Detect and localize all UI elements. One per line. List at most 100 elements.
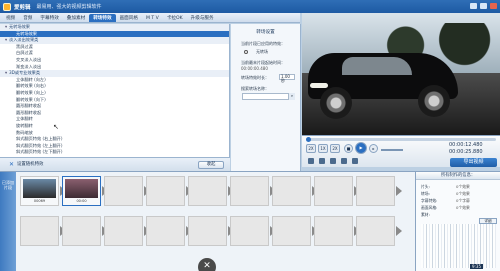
expand-icon[interactable]: ▾: [5, 24, 8, 31]
transition-arrow-icon[interactable]: [396, 226, 402, 236]
clip-caption: 00:00: [76, 199, 87, 203]
stop-button[interactable]: ■: [344, 144, 353, 153]
maximize-button[interactable]: [480, 3, 487, 9]
effect-label: 翻转效果 (向上): [16, 89, 46, 95]
empty-clip-slot[interactable]: [104, 216, 143, 246]
empty-clip-slot[interactable]: [314, 176, 353, 206]
speed-1x-button[interactable]: 1X: [318, 144, 328, 153]
empty-clip-slot[interactable]: [62, 216, 101, 246]
timeline: 已添加片段 ✕ 00069 00:00: [0, 171, 415, 271]
tab-transition-effects[interactable]: 转场特效: [89, 14, 116, 22]
video-preview[interactable]: [302, 13, 500, 135]
transition-arrow-icon[interactable]: [396, 186, 402, 196]
effect-item[interactable]: 斜式翻页特效 (右上翻开): [0, 136, 229, 143]
props-key: 字幕特效:: [421, 198, 438, 203]
empty-clip-slot[interactable]: [104, 176, 143, 206]
effect-label: 淡入淡出效果类: [9, 37, 39, 43]
shuffle-icon: ✕: [9, 161, 15, 168]
empty-clip-slot[interactable]: [356, 216, 395, 246]
effect-label: 3D或专业效果类: [9, 70, 41, 76]
empty-clip-slot[interactable]: [230, 216, 269, 246]
empty-clip-slot[interactable]: [272, 216, 311, 246]
effect-label: 翻转效果 (向下): [16, 96, 46, 102]
volume-icon[interactable]: [352, 158, 358, 164]
system-clock: 9:35: [470, 264, 483, 269]
collapse-button[interactable]: 收起: [198, 161, 224, 169]
tab-subtitle-effects[interactable]: 字幕特效: [36, 14, 62, 22]
expand-icon[interactable]: ▾: [5, 70, 8, 77]
close-button[interactable]: [490, 3, 497, 9]
app-name: 爱剪辑: [14, 4, 31, 11]
timeline-side-label: 已添加片段: [2, 180, 14, 190]
name-search-input[interactable]: [242, 93, 294, 100]
empty-clip-slot[interactable]: [188, 176, 227, 206]
tab-overlay[interactable]: 叠加素材: [63, 14, 89, 22]
minimize-button[interactable]: [470, 3, 477, 9]
next-frame-button[interactable]: ▸: [369, 144, 378, 153]
tab-mtv[interactable]: M T V: [142, 15, 163, 22]
random-effect-button[interactable]: ✕ 设置随机特效: [7, 161, 47, 169]
video-wheel-rear: [418, 85, 450, 117]
app-slogan: 最易用、强大的视频剪辑软件: [36, 4, 102, 10]
effect-item[interactable]: 翻转效果 (向右): [0, 83, 229, 90]
current-effect-radio[interactable]: [244, 50, 248, 54]
fullscreen-icon[interactable]: [319, 158, 325, 164]
expand-icon[interactable]: ▾: [5, 37, 8, 44]
export-video-button[interactable]: 导出视频: [450, 158, 497, 167]
seek-thumb[interactable]: [306, 137, 311, 142]
effect-item[interactable]: 立体翻转: [0, 116, 229, 123]
effect-item[interactable]: 斜式翻页特效 (左下翻开): [0, 149, 229, 156]
effect-category[interactable]: ▾ 3D或专业效果类: [0, 70, 229, 77]
tab-karaoke[interactable]: 卡拉OK: [163, 14, 187, 22]
effect-label: 立体翻转: [16, 116, 33, 122]
delete-clip-icon[interactable]: ✕: [198, 258, 216, 271]
time-total: 00:00:25.880: [449, 149, 483, 155]
effect-category[interactable]: ▾ 无转场效果: [0, 24, 229, 31]
mouse-cursor-icon: ↖: [53, 123, 59, 131]
tab-audio[interactable]: 音频: [19, 14, 36, 22]
duration-stepper[interactable]: 1.00 秒: [279, 74, 295, 83]
current-effect-value: 无转场: [256, 49, 268, 54]
empty-clip-slot[interactable]: [20, 216, 59, 246]
clip-thumbnail: [65, 179, 98, 198]
effect-item[interactable]: 白屏过渡: [0, 50, 229, 57]
timeline-clip[interactable]: 00069: [20, 176, 59, 206]
effect-item[interactable]: 翻转效果 (向上): [0, 90, 229, 97]
empty-clip-slot[interactable]: [230, 176, 269, 206]
duration-label: 转场特效时长：: [241, 75, 269, 80]
clip-thumbnail: [23, 179, 56, 198]
effect-label: 立体翻转 (向左): [16, 76, 46, 82]
empty-clip-slot[interactable]: [314, 216, 353, 246]
effect-category[interactable]: ▾ 淡入淡出效果类: [0, 37, 229, 44]
empty-clip-slot[interactable]: [272, 176, 311, 206]
effect-list: ▾ 无转场效果 无转场效果 ▾ 淡入淡出效果类 黑屏过渡 白屏过渡 交叉淡入淡出 渐变淡入淡出 ▾…: [0, 24, 230, 157]
snapshot-icon[interactable]: [308, 158, 314, 164]
search-icon[interactable]: ⌕: [288, 93, 295, 100]
timeline-clip[interactable]: 00:00: [62, 176, 101, 206]
tab-picture-style[interactable]: 画面风格: [116, 14, 142, 22]
effect-label: 无转场效果: [16, 30, 37, 36]
effect-label: 翻转效果 (向右): [16, 83, 46, 89]
tab-video[interactable]: 视频: [2, 14, 19, 22]
speed-2x-alt-button[interactable]: 2X: [330, 144, 340, 153]
effect-item[interactable]: 圆形翻转收起: [0, 103, 229, 110]
empty-clip-slot[interactable]: [146, 176, 185, 206]
empty-clip-slot[interactable]: [356, 176, 395, 206]
play-button[interactable]: ▶: [355, 142, 367, 154]
effect-panel-buttons: ✕ 设置随机特效 收起: [0, 157, 230, 171]
effect-item[interactable]: 旋转翻转: [0, 123, 229, 130]
effect-item[interactable]: 圆形翻转收起: [0, 110, 229, 117]
seek-bar[interactable]: [306, 137, 496, 142]
empty-clip-slot[interactable]: [188, 216, 227, 246]
effect-item[interactable]: 黑屏过渡: [0, 44, 229, 51]
start-time-value: 00:00:00.480: [241, 66, 268, 71]
effect-item[interactable]: 交叉淡入淡出: [0, 57, 229, 64]
tab-upgrade[interactable]: 升级与服务: [187, 14, 218, 22]
folder-icon[interactable]: [330, 158, 336, 164]
video-headlight: [310, 83, 328, 88]
settings-icon[interactable]: [341, 158, 347, 164]
speed-2x-button[interactable]: 2X: [306, 144, 316, 153]
timeline-side-tab[interactable]: 已添加片段: [0, 172, 16, 271]
volume-slider[interactable]: [381, 149, 403, 151]
empty-clip-slot[interactable]: [146, 216, 185, 246]
